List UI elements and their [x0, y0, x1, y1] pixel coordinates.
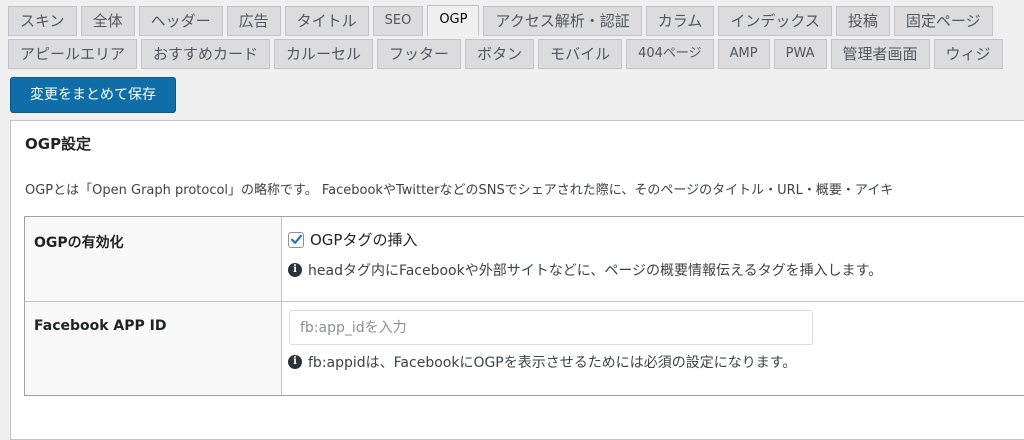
tab-column[interactable]: カラム — [645, 6, 715, 36]
facebook-app-id-note-text: fb:appidは、FacebookにOGPを表示させるためには必須の設定になり… — [308, 355, 797, 371]
ogp-tag-checkbox[interactable] — [288, 231, 304, 248]
setting-value-cell: i fb:appidは、FacebookにOGPを表示させるためには必須の設定に… — [282, 302, 1024, 395]
setting-row-ogp-enable: OGPの有効化 OGPタグの挿入 i headタグ内にFacebookや外部サイ… — [25, 217, 1024, 302]
panel-description: OGPとは「Open Graph protocol」の略称です。 Faceboo… — [25, 183, 894, 198]
tab-button[interactable]: ボタン — [465, 39, 535, 69]
facebook-app-id-input[interactable] — [289, 310, 813, 345]
checkmark-icon — [290, 234, 302, 244]
tab-404[interactable]: 404ページ — [626, 39, 714, 69]
tab-skin[interactable]: スキン — [8, 6, 77, 36]
tab-footer[interactable]: フッター — [377, 39, 462, 69]
setting-label-cell: OGPの有効化 — [25, 217, 282, 301]
tab-widget[interactable]: ウィジ — [933, 39, 1003, 69]
setting-label-cell: Facebook APP ID — [25, 302, 282, 395]
tab-index[interactable]: インデックス — [718, 6, 832, 36]
tab-seo[interactable]: SEO — [372, 6, 424, 36]
tab-admin[interactable]: 管理者画面 — [830, 39, 930, 69]
tab-bar-row-1: スキン 全体 ヘッダー 広告 タイトル SEO OGP アクセス解析・認証 カラ… — [8, 5, 993, 36]
tab-ads[interactable]: 広告 — [226, 6, 281, 36]
tab-bar-row-2: アピールエリア おすすめカード カルーセル フッター ボタン モバイル 404ペ… — [8, 39, 1003, 69]
tab-mobile[interactable]: モバイル — [538, 39, 623, 69]
setting-label-ogp-enable: OGPの有効化 — [34, 235, 124, 251]
tab-header[interactable]: ヘッダー — [138, 6, 223, 36]
tab-recommended-cards[interactable]: おすすめカード — [141, 39, 271, 69]
panel-title: OGP設定 — [25, 135, 92, 153]
setting-value-cell: OGPタグの挿入 i headタグ内にFacebookや外部サイトなどに、ページ… — [282, 217, 1024, 301]
tab-amp[interactable]: AMP — [717, 39, 770, 69]
setting-row-facebook-app-id: Facebook APP ID i fb:appidは、FacebookにOGP… — [25, 302, 1024, 395]
info-circle-icon: i — [288, 263, 302, 277]
tab-post[interactable]: 投稿 — [835, 6, 890, 36]
ogp-enable-note-text: headタグ内にFacebookや外部サイトなどに、ページの概要情報伝えるタグを… — [308, 263, 883, 279]
tab-analytics[interactable]: アクセス解析・認証 — [483, 6, 642, 36]
settings-table: OGPの有効化 OGPタグの挿入 i headタグ内にFacebookや外部サイ… — [24, 216, 1024, 396]
tab-general[interactable]: 全体 — [80, 6, 135, 36]
info-circle-icon: i — [288, 355, 302, 369]
setting-label-facebook-app-id: Facebook APP ID — [34, 318, 167, 334]
tab-ogp[interactable]: OGP — [427, 5, 480, 36]
tab-page[interactable]: 固定ページ — [893, 6, 993, 36]
tab-title[interactable]: タイトル — [284, 6, 369, 36]
tab-appeal-area[interactable]: アピールエリア — [8, 39, 138, 69]
save-all-button[interactable]: 変更をまとめて保存 — [10, 77, 176, 113]
ogp-settings-panel: OGP設定 OGPとは「Open Graph protocol」の略称です。 F… — [10, 120, 1024, 440]
ogp-tag-checkbox-label[interactable]: OGPタグの挿入 — [310, 229, 417, 250]
facebook-app-id-note: i fb:appidは、FacebookにOGPを表示させるためには必須の設定に… — [288, 352, 796, 372]
tab-pwa[interactable]: PWA — [773, 39, 827, 69]
tab-carousel[interactable]: カルーセル — [274, 39, 374, 69]
ogp-tag-checkbox-group[interactable]: OGPタグの挿入 — [288, 229, 417, 250]
ogp-enable-note: i headタグ内にFacebookや外部サイトなどに、ページの概要情報伝えるタ… — [288, 260, 882, 280]
